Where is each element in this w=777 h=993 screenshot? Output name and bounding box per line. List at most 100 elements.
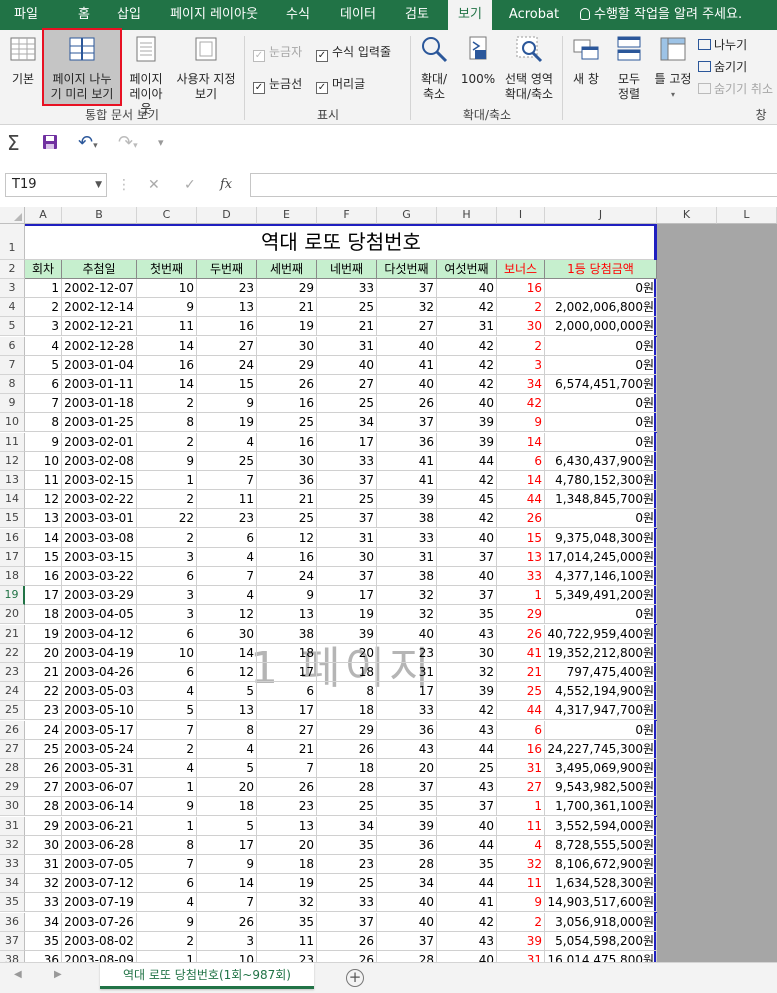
table-cell[interactable]: 5 — [197, 759, 257, 778]
column-title-cell[interactable]: 다섯번째 — [377, 260, 437, 279]
table-cell[interactable]: 9 — [197, 394, 257, 414]
table-cell[interactable]: 2003-04-19 — [62, 643, 137, 663]
table-cell[interactable]: 0원 — [545, 394, 657, 414]
table-cell[interactable]: 25 — [317, 797, 377, 817]
table-cell[interactable]: 21 — [497, 663, 545, 682]
tab-home[interactable]: 홈 — [66, 0, 102, 30]
table-cell[interactable]: 17 — [377, 682, 437, 702]
row-header[interactable]: 2 — [0, 260, 25, 279]
table-cell[interactable]: 7 — [137, 720, 197, 740]
row-header[interactable]: 22 — [0, 643, 25, 663]
table-cell[interactable]: 3 — [25, 317, 62, 337]
table-cell[interactable]: 2003-06-14 — [62, 797, 137, 817]
table-cell[interactable]: 31 — [25, 855, 62, 874]
table-cell[interactable]: 6,430,437,900원 — [545, 451, 657, 471]
table-cell[interactable]: 21 — [257, 739, 317, 759]
table-cell[interactable]: 4 — [197, 586, 257, 606]
table-cell[interactable]: 30 — [197, 624, 257, 644]
row-header[interactable]: 7 — [0, 355, 25, 375]
unhide-button[interactable]: 숨기기 취소 — [698, 80, 773, 97]
table-cell[interactable]: 12 — [257, 528, 317, 548]
table-cell[interactable]: 6 — [137, 663, 197, 682]
table-cell[interactable]: 33 — [377, 701, 437, 721]
table-cell[interactable]: 37 — [437, 547, 497, 567]
table-cell[interactable]: 4,377,146,100원 — [545, 567, 657, 586]
table-cell[interactable]: 40 — [317, 355, 377, 375]
table-cell[interactable]: 43 — [437, 624, 497, 644]
table-cell[interactable]: 9,543,982,500원 — [545, 778, 657, 798]
table-cell[interactable]: 2003-01-18 — [62, 394, 137, 414]
table-cell[interactable]: 26 — [497, 624, 545, 644]
sheet-tab-lotto[interactable]: 역대 로또 당첨번호(1회~987회) — [100, 963, 314, 989]
row-header[interactable]: 11 — [0, 432, 25, 452]
column-header-f[interactable]: F — [317, 207, 377, 224]
table-cell[interactable]: 1 — [497, 797, 545, 817]
table-cell[interactable]: 20 — [377, 759, 437, 778]
table-cell[interactable]: 5 — [25, 355, 62, 375]
table-cell[interactable]: 2 — [137, 528, 197, 548]
table-cell[interactable]: 2 — [137, 432, 197, 452]
table-cell[interactable]: 2 — [137, 490, 197, 510]
table-cell[interactable]: 2003-05-31 — [62, 759, 137, 778]
table-cell[interactable]: 29 — [497, 605, 545, 625]
sheet-title[interactable]: 역대 로또 당첨번호 — [25, 224, 657, 260]
tab-page-layout[interactable]: 페이지 레이아웃 — [162, 0, 266, 30]
column-header-c[interactable]: C — [137, 207, 197, 224]
tab-formulas[interactable]: 수식 — [278, 0, 318, 30]
row-header[interactable]: 16 — [0, 528, 25, 548]
table-cell[interactable]: 7 — [257, 759, 317, 778]
table-cell[interactable]: 36 — [257, 471, 317, 490]
table-cell[interactable]: 15 — [497, 528, 545, 548]
table-cell[interactable]: 19 — [197, 413, 257, 433]
table-cell[interactable]: 41 — [437, 893, 497, 913]
row-header[interactable]: 27 — [0, 739, 25, 759]
table-cell[interactable]: 0원 — [545, 413, 657, 433]
table-cell[interactable]: 9 — [257, 586, 317, 606]
table-cell[interactable]: 44 — [437, 874, 497, 894]
tab-view[interactable]: 보기 — [448, 0, 492, 30]
table-cell[interactable]: 13 — [257, 816, 317, 836]
table-cell[interactable]: 25 — [257, 509, 317, 529]
table-cell[interactable]: 13 — [197, 701, 257, 721]
table-cell[interactable]: 2003-01-25 — [62, 413, 137, 433]
table-cell[interactable]: 2,002,006,800원 — [545, 298, 657, 318]
table-cell[interactable]: 8 — [197, 720, 257, 740]
table-cell[interactable]: 33 — [25, 893, 62, 913]
table-cell[interactable]: 28 — [25, 797, 62, 817]
table-cell[interactable]: 32 — [377, 605, 437, 625]
table-cell[interactable]: 11 — [497, 816, 545, 836]
table-cell[interactable]: 2003-05-10 — [62, 701, 137, 721]
arrange-all-button[interactable]: 모두 정렬 — [610, 34, 648, 102]
table-cell[interactable]: 2003-01-04 — [62, 355, 137, 375]
table-cell[interactable]: 37 — [377, 413, 437, 433]
table-cell[interactable]: 9 — [137, 797, 197, 817]
table-cell[interactable]: 7 — [197, 893, 257, 913]
table-cell[interactable]: 30 — [497, 317, 545, 337]
table-cell[interactable]: 30 — [25, 835, 62, 855]
table-cell[interactable]: 34 — [377, 874, 437, 894]
table-cell[interactable]: 8 — [25, 413, 62, 433]
table-cell[interactable]: 40 — [377, 375, 437, 394]
gridlines-checkbox[interactable]: ✓ 눈금선 — [253, 75, 302, 94]
table-cell[interactable]: 40 — [437, 567, 497, 586]
customize-toolbar-icon[interactable]: ▾ — [158, 131, 164, 155]
table-cell[interactable]: 17,014,245,000원 — [545, 547, 657, 567]
table-cell[interactable]: 25 — [317, 490, 377, 510]
column-header-l[interactable]: L — [717, 207, 777, 224]
table-cell[interactable]: 2003-07-05 — [62, 855, 137, 874]
table-cell[interactable]: 16 — [497, 279, 545, 298]
table-cell[interactable]: 16 — [257, 547, 317, 567]
hide-button[interactable]: 숨기기 — [698, 58, 747, 75]
table-cell[interactable]: 24 — [197, 355, 257, 375]
table-cell[interactable]: 34 — [317, 413, 377, 433]
row-header[interactable]: 21 — [0, 624, 25, 644]
row-header[interactable]: 8 — [0, 375, 25, 394]
split-button[interactable]: 나누기 — [698, 36, 747, 53]
table-cell[interactable]: 42 — [437, 912, 497, 932]
table-cell[interactable]: 17 — [257, 663, 317, 682]
next-sheet-icon[interactable]: ▶ — [54, 969, 62, 980]
column-title-cell[interactable]: 여섯번째 — [437, 260, 497, 279]
table-cell[interactable]: 27 — [197, 336, 257, 356]
headings-checkbox[interactable]: ✓ 머리글 — [316, 75, 365, 94]
table-cell[interactable]: 35 — [437, 605, 497, 625]
